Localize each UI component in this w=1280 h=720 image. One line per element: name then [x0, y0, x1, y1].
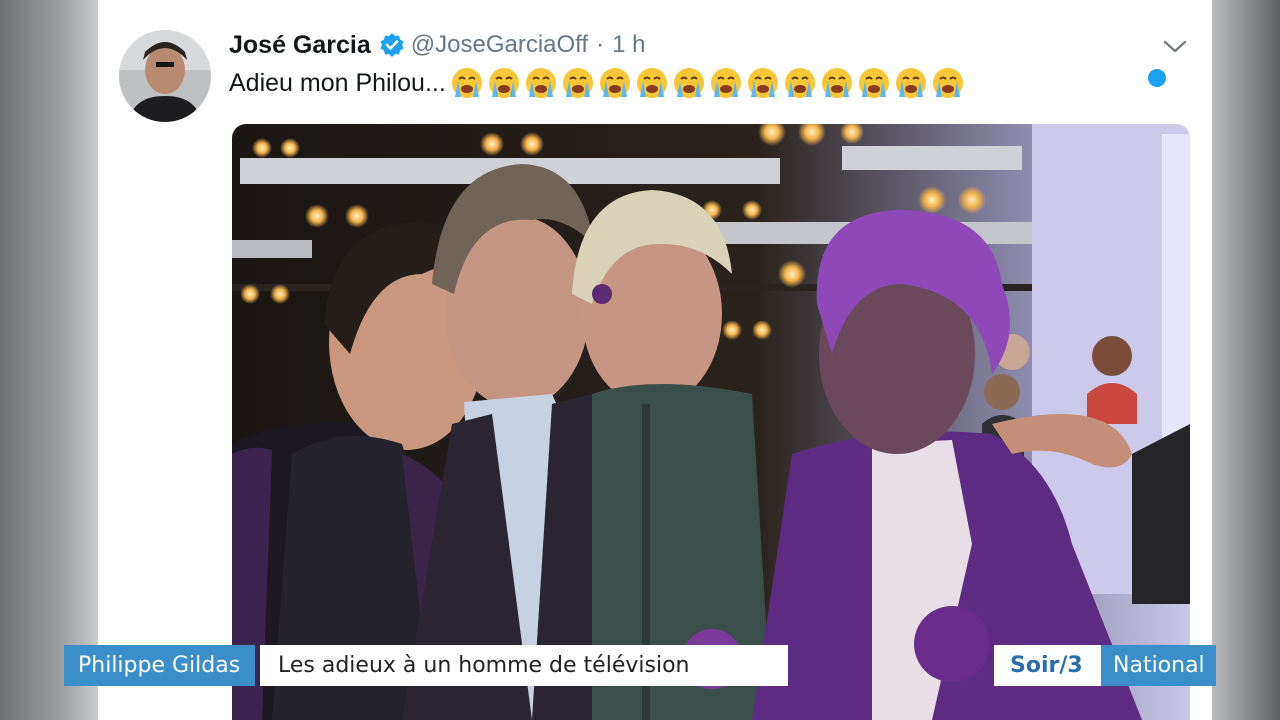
tweet-timestamp[interactable]: 1 h	[612, 31, 645, 59]
loudly-crying-face-icon	[709, 66, 743, 100]
tweet-text: Adieu mon Philou...	[229, 64, 968, 102]
headline-label: Les adieux à un homme de télévision	[260, 645, 788, 686]
loudly-crying-face-icon	[783, 66, 817, 100]
news-lower-third: Philippe Gildas Les adieux à un homme de…	[64, 645, 1216, 686]
loudly-crying-face-icon	[672, 66, 706, 100]
loudly-crying-face-icon	[820, 66, 854, 100]
emoji-row	[450, 66, 968, 100]
loudly-crying-face-icon	[894, 66, 928, 100]
loudly-crying-face-icon	[487, 66, 521, 100]
loudly-crying-face-icon	[450, 66, 484, 100]
avatar[interactable]	[119, 30, 211, 122]
screen-background-left	[0, 0, 98, 720]
verified-badge-icon	[379, 32, 405, 58]
chevron-down-icon[interactable]	[1160, 36, 1190, 56]
loudly-crying-face-icon	[746, 66, 780, 100]
loudly-crying-face-icon	[524, 66, 558, 100]
user-handle[interactable]: @JoseGarciaOff	[411, 31, 588, 59]
tweet-text-content: Adieu mon Philou...	[229, 68, 446, 97]
loudly-crying-face-icon	[598, 66, 632, 100]
loudly-crying-face-icon	[561, 66, 595, 100]
tweet-header: José Garcia @JoseGarciaOff · 1 h	[229, 26, 645, 64]
topic-label: Philippe Gildas	[64, 645, 255, 686]
unread-indicator	[1148, 69, 1166, 87]
separator-dot: ·	[596, 31, 605, 58]
loudly-crying-face-icon	[857, 66, 891, 100]
screen-background-right	[1212, 0, 1280, 720]
tweet-photo[interactable]	[232, 124, 1190, 720]
display-name[interactable]: José Garcia	[229, 31, 371, 60]
loudly-crying-face-icon	[635, 66, 669, 100]
loudly-crying-face-icon	[931, 66, 965, 100]
channel-label: National	[1101, 645, 1216, 686]
